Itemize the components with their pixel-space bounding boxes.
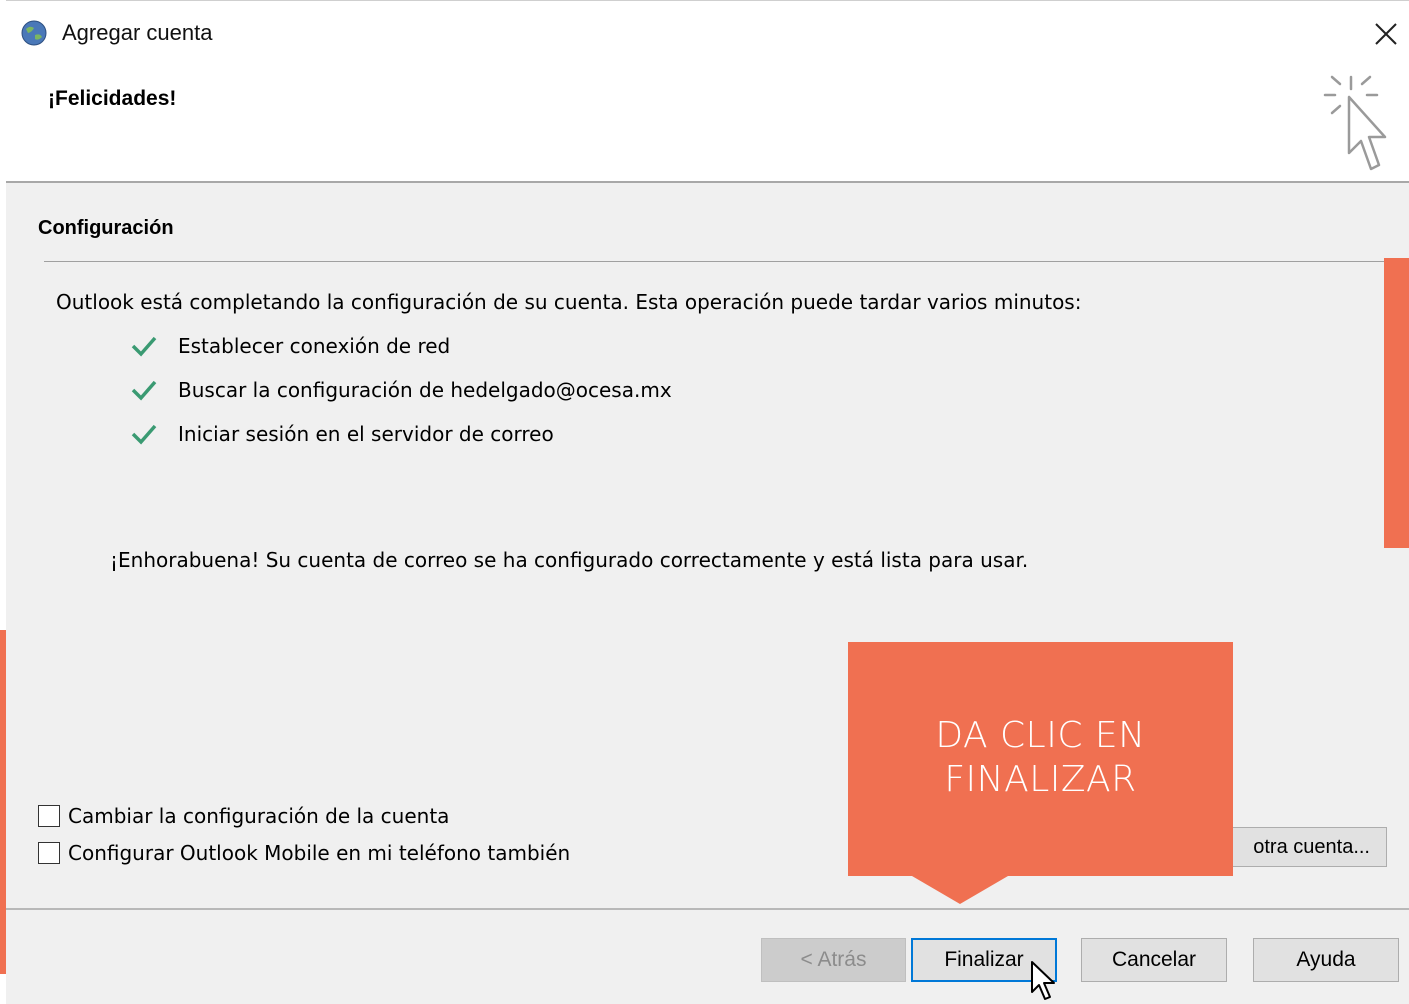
progress-intro: Outlook está completando la configuració…	[56, 290, 1082, 314]
callout-text: DA CLIC EN FINALIZAR	[848, 714, 1233, 802]
callout-line-2: FINALIZAR	[944, 759, 1137, 800]
help-button[interactable]: Ayuda	[1253, 938, 1399, 982]
wizard-click-icon	[1323, 75, 1387, 171]
cancel-button[interactable]: Cancelar	[1081, 938, 1227, 982]
mobile-setup-checkbox[interactable]	[38, 842, 60, 864]
close-icon	[1375, 23, 1397, 45]
change-settings-option[interactable]: Cambiar la configuración de la cuenta	[38, 804, 449, 828]
success-message: ¡Enhorabuena! Su cuenta de correo se ha …	[110, 548, 1029, 572]
mobile-setup-option[interactable]: Configurar Outlook Mobile en mi teléfono…	[38, 841, 570, 865]
step-login: Iniciar sesión en el servidor de correo	[130, 419, 554, 449]
checkmark-icon	[131, 424, 157, 445]
step-label: Buscar la configuración de hedelgado@oce…	[178, 378, 672, 402]
step-network: Establecer conexión de red	[130, 331, 450, 361]
header-title: ¡Felicidades!	[48, 87, 177, 110]
step-label: Iniciar sesión en el servidor de correo	[178, 422, 554, 446]
accent-bar-left	[0, 630, 6, 974]
change-settings-label: Cambiar la configuración de la cuenta	[68, 804, 450, 828]
callout-line-1: DA CLIC EN	[935, 715, 1146, 756]
dialog-header: ¡Felicidades!	[6, 67, 1409, 183]
outlook-globe-icon	[21, 20, 47, 46]
close-button[interactable]	[1363, 13, 1409, 55]
step-label: Establecer conexión de red	[178, 334, 451, 358]
instruction-callout: DA CLIC EN FINALIZAR	[848, 642, 1233, 876]
mouse-pointer-icon	[1031, 961, 1055, 1000]
step-search-config: Buscar la configuración de hedelgado@oce…	[130, 375, 672, 405]
add-other-account-button[interactable]: otra cuenta...	[1216, 827, 1387, 867]
back-button[interactable]: < Atrás	[761, 938, 906, 982]
callout-pointer	[912, 876, 1008, 904]
checkmark-icon	[131, 336, 157, 357]
change-settings-checkbox[interactable]	[38, 805, 60, 827]
mobile-setup-label: Configurar Outlook Mobile en mi teléfono…	[68, 841, 571, 865]
section-divider	[44, 261, 1409, 262]
checkmark-icon	[131, 380, 157, 401]
section-title: Configuración	[38, 217, 174, 239]
accent-bar-right	[1384, 258, 1409, 548]
footer-divider	[6, 908, 1409, 910]
title-bar: Agregar cuenta	[6, 1, 1409, 67]
window-title: Agregar cuenta	[62, 20, 213, 45]
